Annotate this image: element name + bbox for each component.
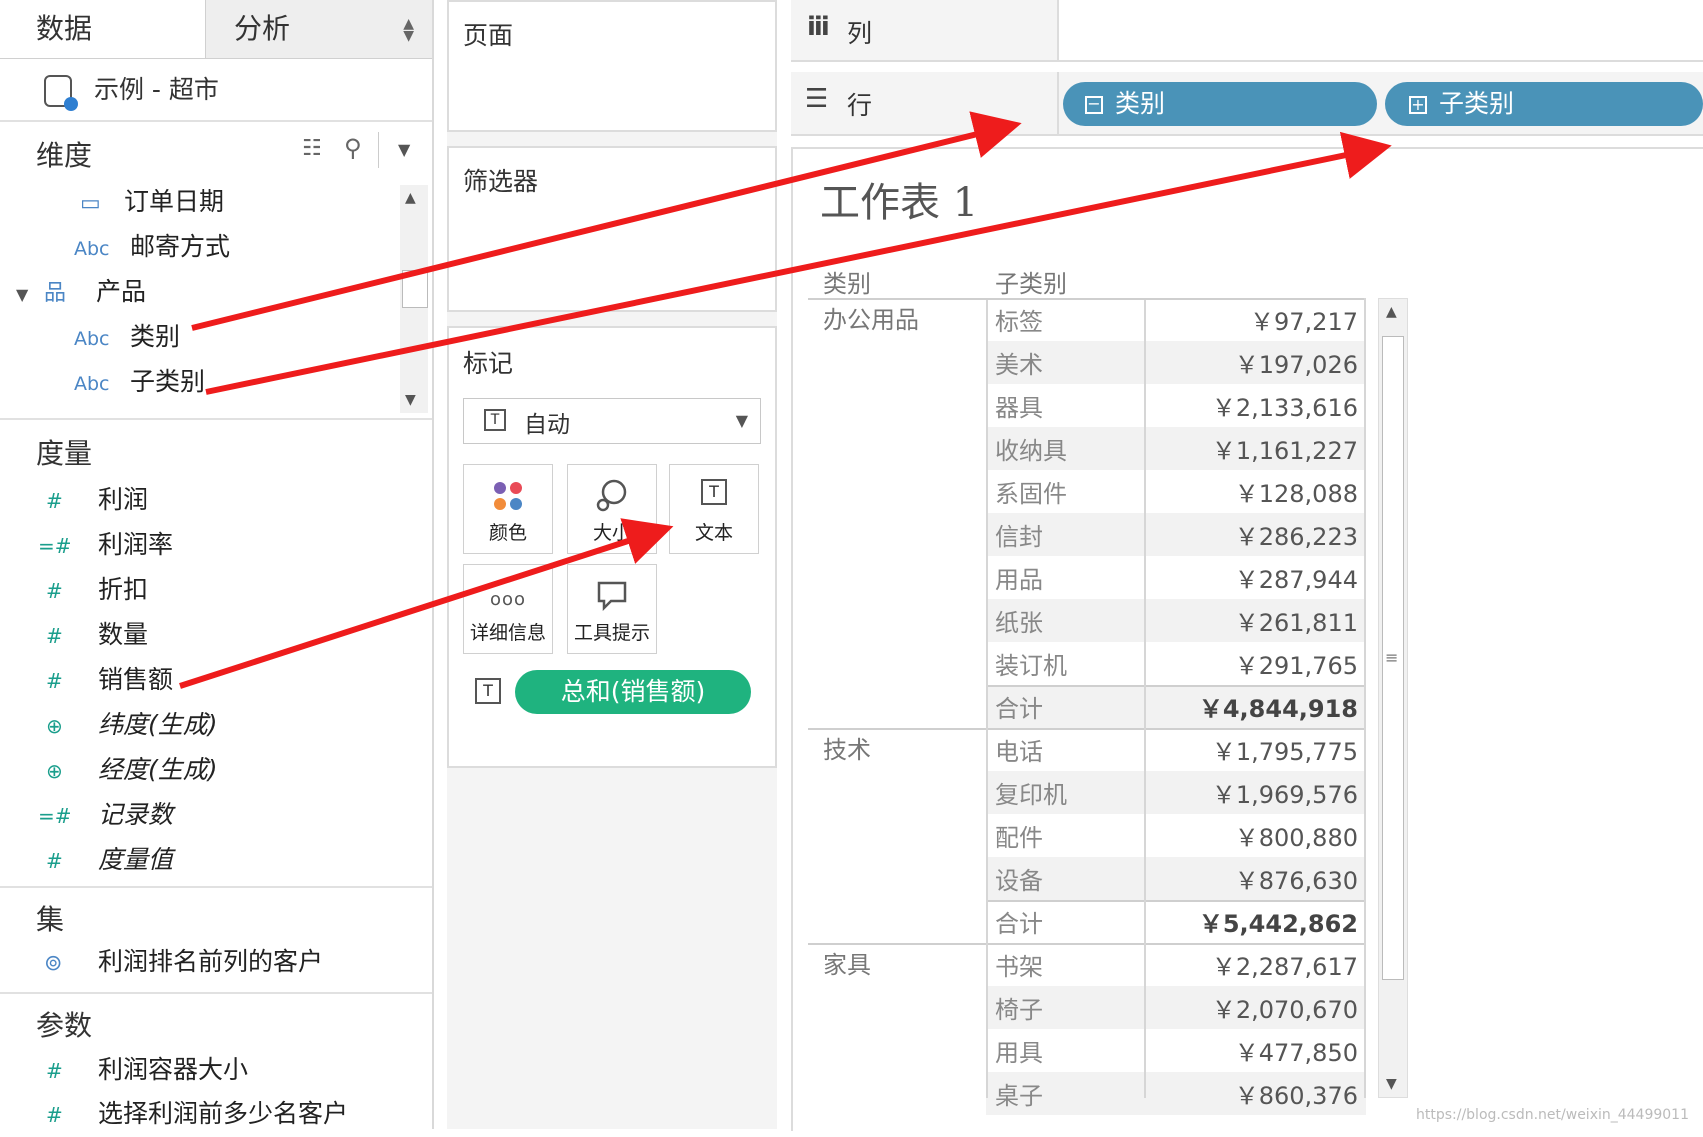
annotation-arrows <box>179 111 1392 689</box>
arrow-subcategory-to-rows <box>205 131 1392 395</box>
watermark: https://blog.csdn.net/weixin_44499011 <box>1415 1107 1689 1123</box>
arrow-sales-to-text <box>179 518 674 689</box>
arrow-category-to-rows <box>191 111 1022 331</box>
